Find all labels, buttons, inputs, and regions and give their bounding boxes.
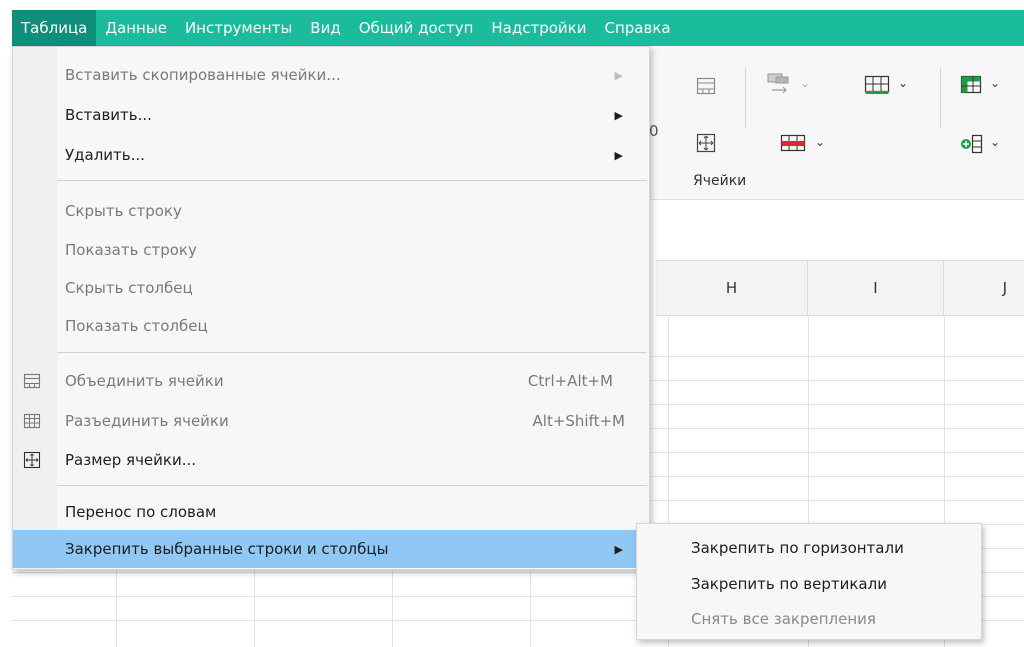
- menu-item-cell-size[interactable]: Размер ячейки...: [13, 441, 649, 479]
- delete-cells-icon[interactable]: [780, 133, 806, 159]
- menu-separator: [57, 352, 647, 353]
- menu-item-label: Скрыть столбец: [65, 279, 193, 297]
- menu-item-show-row[interactable]: Показать строку: [13, 231, 649, 269]
- freeze-submenu: Закрепить по горизонтали Закрепить по ве…: [636, 523, 982, 640]
- menu-bar: Таблица Данные Инструменты Вид Общий дос…: [12, 10, 1024, 46]
- menu-separator: [57, 180, 647, 181]
- unmerge-cells-icon: [23, 412, 41, 434]
- menu-sharing[interactable]: Общий доступ: [350, 10, 483, 46]
- menu-table[interactable]: Таблица: [12, 10, 97, 46]
- menu-item-unmerge-cells[interactable]: Разъединить ячейки Alt+Shift+M: [13, 402, 649, 440]
- menu-item-merge-cells[interactable]: Объединить ячейки Ctrl+Alt+M: [13, 362, 649, 400]
- menu-item-label: Вставить скопированные ячейки...: [65, 66, 341, 84]
- column-header-j[interactable]: J: [944, 260, 1024, 316]
- cell-size-icon: [23, 451, 41, 473]
- table-dropdown-menu: Вставить скопированные ячейки... ▶ Встав…: [12, 46, 650, 570]
- menu-item-label: Закрепить выбранные строки и столбцы: [65, 540, 389, 558]
- submenu-item-unfreeze-all[interactable]: Снять все закрепления: [637, 601, 981, 637]
- menu-view[interactable]: Вид: [301, 10, 349, 46]
- menu-item-hide-row[interactable]: Скрыть строку: [13, 192, 649, 230]
- submenu-item-label: Снять все закрепления: [691, 610, 876, 628]
- menu-item-label: Скрыть строку: [65, 202, 182, 220]
- submenu-arrow-icon: ▶: [614, 68, 623, 82]
- submenu-item-label: Закрепить по горизонтали: [691, 539, 904, 557]
- menu-item-shortcut: Alt+Shift+M: [532, 412, 625, 430]
- chevron-down-icon[interactable]: ⌄: [815, 135, 825, 149]
- chevron-down-icon[interactable]: ⌄: [990, 135, 1000, 149]
- submenu-item-label: Закрепить по вертикали: [691, 575, 887, 593]
- submenu-arrow-icon: ▶: [614, 542, 623, 556]
- menu-item-label: Размер ячейки...: [65, 451, 197, 469]
- menu-item-paste-copied-cells[interactable]: Вставить скопированные ячейки... ▶: [13, 56, 649, 94]
- menu-item-insert[interactable]: Вставить... ▶: [13, 96, 649, 134]
- menu-item-show-column[interactable]: Показать столбец: [13, 307, 649, 345]
- chevron-down-icon[interactable]: ⌄: [990, 76, 1000, 90]
- menu-tools[interactable]: Инструменты: [176, 10, 301, 46]
- menu-item-delete[interactable]: Удалить... ▶: [13, 136, 649, 174]
- menu-help[interactable]: Справка: [595, 10, 679, 46]
- toolbar-clipped-text: 0: [649, 122, 659, 140]
- format-table-icon[interactable]: [960, 74, 982, 100]
- cell-size-icon[interactable]: [696, 133, 716, 157]
- toolbar-group-label: Ячейки: [693, 173, 747, 189]
- menu-item-label: Показать строку: [65, 241, 197, 259]
- submenu-item-freeze-horizontal[interactable]: Закрепить по горизонтали: [637, 530, 981, 566]
- menu-item-shortcut: Ctrl+Alt+M: [527, 372, 613, 390]
- menu-item-label: Перенос по словам: [65, 503, 217, 521]
- chevron-down-icon[interactable]: ⌄: [800, 76, 810, 90]
- merge-cells-icon[interactable]: [696, 76, 716, 100]
- add-column-icon[interactable]: [960, 133, 984, 159]
- submenu-arrow-icon: ▶: [614, 148, 623, 162]
- chevron-down-icon[interactable]: ⌄: [898, 76, 908, 90]
- column-header-i[interactable]: I: [808, 260, 944, 316]
- menu-item-label: Удалить...: [65, 146, 145, 164]
- toolbar-separator: [745, 68, 746, 128]
- submenu-arrow-icon: ▶: [614, 108, 623, 122]
- toolbar-separator: [940, 68, 941, 128]
- menu-addons[interactable]: Надстройки: [482, 10, 595, 46]
- menu-item-wrap-text[interactable]: Перенос по словам: [13, 493, 649, 531]
- insert-cells-icon[interactable]: [864, 74, 890, 100]
- merge-cells-icon: [23, 372, 41, 394]
- menu-item-label: Показать столбец: [65, 317, 208, 335]
- menu-item-label: Объединить ячейки: [65, 372, 224, 390]
- submenu-item-freeze-vertical[interactable]: Закрепить по вертикали: [637, 566, 981, 602]
- menu-item-freeze-panes[interactable]: Закрепить выбранные строки и столбцы ▶: [13, 530, 649, 568]
- move-cells-icon[interactable]: [766, 72, 792, 102]
- column-header-h[interactable]: H: [656, 260, 808, 316]
- menu-item-label: Разъединить ячейки: [65, 412, 229, 430]
- menu-separator: [57, 485, 647, 486]
- menu-data[interactable]: Данные: [96, 10, 176, 46]
- menu-item-label: Вставить...: [65, 106, 152, 124]
- menu-item-hide-column[interactable]: Скрыть столбец: [13, 269, 649, 307]
